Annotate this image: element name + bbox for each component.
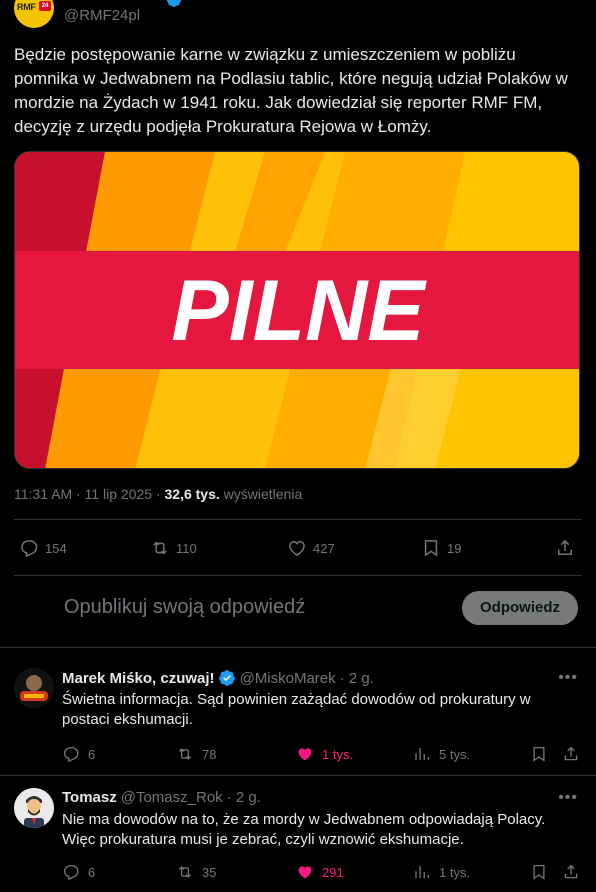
bookmark-icon — [533, 746, 545, 762]
reply-action[interactable]: 6 — [62, 863, 95, 881]
bookmark-action[interactable]: 19 — [421, 538, 461, 558]
reply-author-name[interactable]: Marek Miśko, czuwaj! — [62, 670, 215, 687]
like-action[interactable]: 291 — [296, 863, 344, 881]
reply-avatar[interactable] — [14, 788, 54, 828]
share-icon — [564, 864, 578, 879]
reply-action[interactable]: 154 — [19, 538, 67, 558]
more-options-icon[interactable]: ••• — [558, 669, 578, 687]
pilne-label: PILNE — [171, 263, 427, 359]
like-action[interactable]: 427 — [287, 538, 335, 558]
bookmark-icon — [424, 540, 438, 557]
like-count: 291 — [322, 864, 344, 880]
repost-icon — [178, 748, 192, 760]
bookmark-count: 19 — [447, 540, 462, 556]
repost-count: 110 — [176, 540, 197, 556]
like-count: 1 tys. — [322, 746, 354, 762]
post-time[interactable]: 11:31 AM — [14, 486, 72, 502]
reply-author-handle[interactable]: @Tomasz_Rok — [121, 789, 223, 806]
views-count: 1 tys. — [439, 864, 471, 880]
author-avatar[interactable]: RMF 24 — [14, 0, 54, 28]
reply-count: 6 — [88, 864, 96, 880]
heart-filled-icon — [298, 748, 312, 761]
post-meta: 11:31 AM · 11 lip 2025 · 32,6 tys. wyświ… — [14, 486, 303, 502]
share-action[interactable] — [562, 863, 588, 881]
post-views-count: 32,6 tys. — [164, 486, 220, 502]
more-options-icon[interactable]: ••• — [558, 789, 578, 807]
avatar-image — [14, 668, 54, 708]
views-action[interactable]: 5 tys. — [413, 745, 470, 763]
like-action[interactable]: 1 tys. — [296, 745, 353, 763]
reply-submit-button[interactable]: Odpowiedz — [462, 591, 578, 625]
avatar-logo-text: RMF — [17, 2, 36, 12]
reply-post[interactable]: Tomasz @Tomasz_Rok · 2 g. ••• Nie ma dow… — [0, 776, 596, 892]
reply-input[interactable]: Opublikuj swoją odpowiedź — [64, 596, 305, 619]
share-action[interactable] — [562, 745, 588, 763]
views-chart-icon — [415, 866, 430, 878]
heart-icon — [289, 540, 305, 556]
author-handle[interactable]: @RMF24pl — [64, 7, 140, 24]
reply-age[interactable]: · 2 g. — [340, 670, 374, 687]
verified-badge-icon — [166, 0, 181, 7]
avatar-logo-badge: 24 — [39, 1, 51, 11]
share-icon — [558, 539, 572, 555]
bookmark-icon — [533, 864, 545, 880]
reply-age[interactable]: · 2 g. — [227, 789, 261, 806]
reply-avatar[interactable] — [14, 668, 54, 708]
reply-icon — [63, 864, 79, 881]
repost-icon — [178, 866, 192, 878]
post-date[interactable]: 11 lip 2025 — [85, 486, 152, 502]
share-action[interactable] — [555, 538, 581, 558]
reply-header: Marek Miśko, czuwaj! @MiskoMarek · 2 g. — [62, 669, 374, 687]
reply-icon — [63, 746, 79, 763]
views-chart-icon — [415, 748, 430, 760]
reply-header: Tomasz @Tomasz_Rok · 2 g. — [62, 789, 261, 806]
reply-action[interactable]: 6 — [62, 745, 95, 763]
divider — [14, 575, 582, 576]
post-image[interactable]: PILNE — [14, 151, 580, 469]
repost-action[interactable]: 78 — [176, 745, 216, 763]
bookmark-action[interactable] — [530, 745, 556, 763]
views-count: 5 tys. — [439, 746, 471, 762]
pilne-graphic: PILNE — [15, 152, 579, 468]
like-count: 427 — [313, 540, 335, 556]
divider — [14, 519, 582, 520]
share-icon — [564, 746, 578, 761]
post-actions: 154 110 427 19 — [14, 530, 582, 566]
reply-count: 154 — [45, 540, 67, 556]
reply-count: 6 — [88, 746, 96, 762]
avatar-image — [14, 788, 54, 828]
reply-icon — [21, 540, 38, 558]
reply-author-name[interactable]: Tomasz — [62, 789, 117, 806]
views-action[interactable]: 1 tys. — [413, 863, 470, 881]
repost-action[interactable]: 35 — [176, 863, 216, 881]
reply-post[interactable]: Marek Miśko, czuwaj! @MiskoMarek · 2 g. … — [0, 648, 596, 775]
post-views-label: wyświetlenia — [223, 486, 303, 502]
repost-action[interactable]: 110 — [150, 538, 197, 558]
repost-count: 78 — [202, 746, 217, 762]
reply-author-handle[interactable]: @MiskoMarek — [240, 670, 336, 687]
post-text: Będzie postępowanie karne w związku z um… — [14, 45, 568, 136]
repost-count: 35 — [202, 864, 217, 880]
repost-icon — [153, 541, 167, 555]
reply-text: Świetna informacja. Sąd powinien zażądać… — [62, 691, 531, 728]
heart-filled-icon — [298, 866, 312, 879]
verified-badge-icon — [218, 670, 235, 686]
bookmark-action[interactable] — [530, 863, 556, 881]
reply-text: Nie ma dowodów na to, że za mordy w Jedw… — [62, 811, 546, 848]
